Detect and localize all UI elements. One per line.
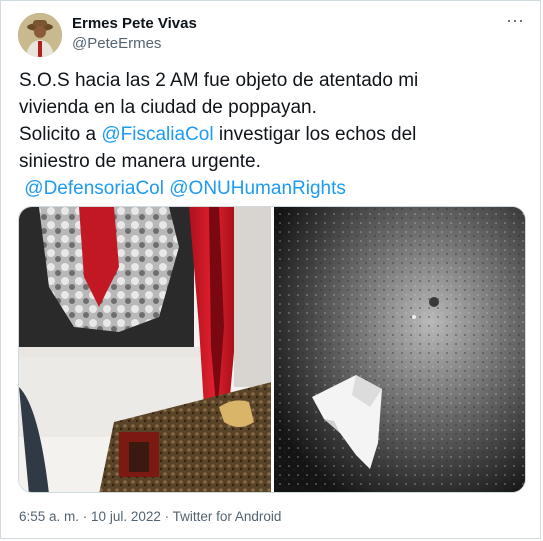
media-grid [18, 206, 526, 493]
avatar-image [18, 13, 62, 57]
mention-fiscaliacol[interactable]: @FiscaliaCol [101, 124, 213, 145]
tweet-card: Ermes Pete Vivas @PeteErmes ··· S.O.S ha… [0, 0, 541, 539]
user-handle[interactable]: @PeteErmes [72, 35, 161, 52]
meta-separator-1: · [79, 509, 92, 524]
photo-burned-window-image [19, 207, 271, 492]
mention-defensoriacol[interactable]: @DefensoriaCol [24, 178, 164, 199]
avatar[interactable] [18, 13, 62, 57]
more-options-icon[interactable]: ··· [504, 11, 526, 31]
tweet-date[interactable]: 10 jul. 2022 [91, 509, 161, 524]
photo-debris-ground-image [274, 207, 525, 492]
meta-separator-2: · [160, 509, 173, 524]
tweet-source[interactable]: Twitter for Android [173, 509, 282, 524]
tweet-text: S.O.S hacia las 2 AM fue objeto de atent… [19, 67, 524, 202]
photo-burned-window[interactable] [19, 207, 271, 492]
photo-debris-ground[interactable] [274, 207, 525, 492]
mention-onuhumanrights[interactable]: @ONUHumanRights [169, 178, 346, 199]
display-name[interactable]: Ermes Pete Vivas [72, 15, 197, 32]
tweet-line-4: siniestro de manera urgente. [19, 151, 261, 172]
tweet-line-2: vivienda en la ciudad de poppayan. [19, 97, 317, 118]
tweet-metadata: 6:55 a. m. · 10 jul. 2022 · Twitter for … [19, 509, 281, 524]
tweet-line-3-prefix: Solicito a [19, 124, 102, 145]
tweet-line-1: S.O.S hacia las 2 AM fue objeto de atent… [19, 70, 419, 91]
tweet-line-5: @DefensoriaCol @ONUHumanRights [19, 175, 524, 202]
tweet-line-3: Solicito a @FiscaliaCol investigar los e… [19, 121, 524, 148]
tweet-line-3-suffix: investigar los echos del [213, 124, 417, 145]
tweet-time[interactable]: 6:55 a. m. [19, 509, 79, 524]
